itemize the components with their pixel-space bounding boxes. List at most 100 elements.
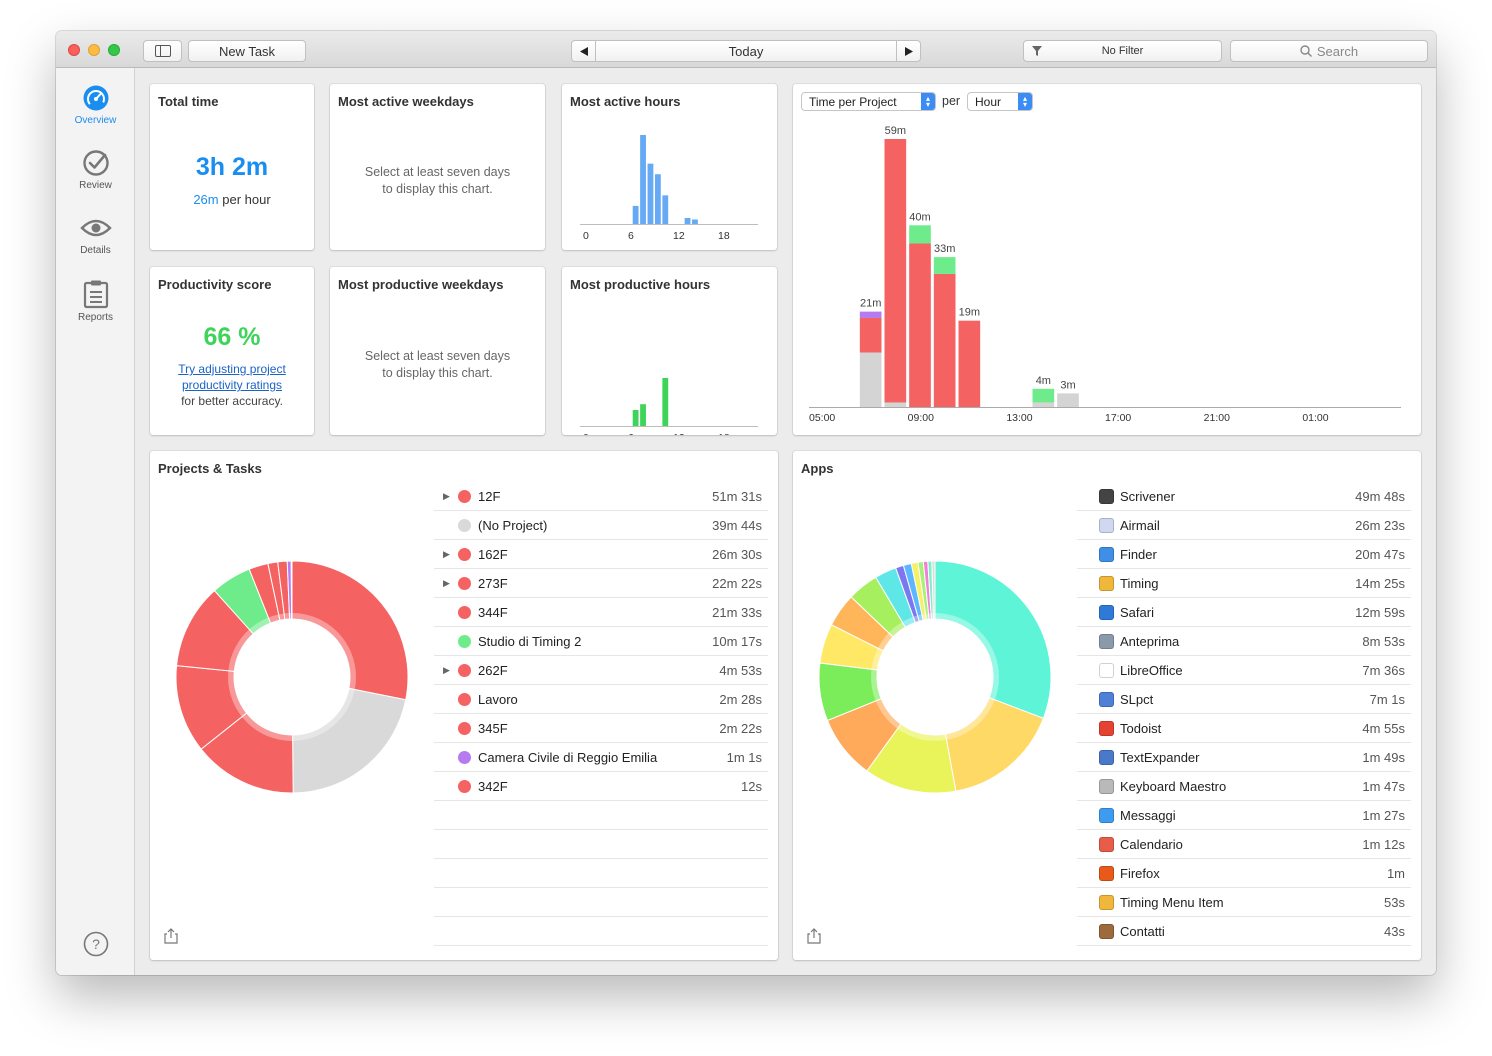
share-button[interactable] — [164, 928, 178, 949]
chevron-left-icon — [579, 46, 588, 56]
app-row[interactable]: Timing 14m 25s — [1077, 569, 1411, 598]
project-name: Camera Civile di Reggio Emilia — [478, 749, 658, 765]
close-window-button[interactable] — [68, 44, 80, 56]
sidebar-item-label: Details — [80, 245, 111, 256]
project-row[interactable]: ▶ 162F 26m 30s — [434, 540, 768, 569]
disclosure-triangle-icon[interactable]: ▶ — [443, 491, 450, 502]
tick-label: 13:00 — [1006, 412, 1032, 424]
project-time: 2m 22s — [719, 720, 762, 736]
app-row[interactable]: Finder 20m 47s — [1077, 540, 1411, 569]
app-row[interactable]: TextExpander 1m 49s — [1077, 743, 1411, 772]
project-name: Studio di Timing 2 — [478, 633, 582, 649]
app-row[interactable]: Contatti 43s — [1077, 917, 1411, 946]
share-icon — [807, 928, 821, 944]
message-line: to display this chart. — [382, 366, 493, 380]
project-row[interactable]: Camera Civile di Reggio Emilia 1m 1s — [434, 743, 768, 772]
adjust-ratings-link[interactable]: Try adjusting project — [150, 361, 314, 377]
apps-donut-chart — [818, 560, 1052, 794]
project-row[interactable]: ▶ 12F 51m 31s — [434, 482, 768, 511]
search-icon — [1300, 45, 1312, 57]
project-row[interactable]: ▶ 273F 22m 22s — [434, 569, 768, 598]
new-task-button[interactable]: New Task — [188, 40, 306, 62]
disclosure-triangle-icon[interactable]: ▶ — [443, 578, 450, 589]
app-name: Todoist — [1120, 720, 1162, 736]
stacked-bar-segment — [1057, 393, 1079, 407]
project-row[interactable]: Lavoro 2m 28s — [434, 685, 768, 714]
most-productive-weekdays-card: Most productive weekdays Select at least… — [330, 267, 545, 435]
empty-row — [434, 801, 768, 830]
app-name: Keyboard Maestro — [1120, 778, 1227, 794]
next-period-button[interactable] — [896, 41, 920, 61]
productivity-hint: Try adjusting project productivity ratin… — [150, 361, 314, 409]
preview-icon — [1099, 634, 1114, 649]
bar — [684, 217, 691, 224]
project-row[interactable]: Studio di Timing 2 10m 17s — [434, 627, 768, 656]
app-name: Calendario — [1120, 836, 1183, 852]
app-name: Timing Menu Item — [1120, 894, 1224, 910]
bar-total-label: 19m — [959, 307, 980, 319]
app-window: New Task Today No Filter Search Overview… — [56, 31, 1436, 975]
toggle-sidebar-button[interactable] — [143, 40, 182, 62]
project-row[interactable]: 344F 21m 33s — [434, 598, 768, 627]
app-row[interactable]: Messaggi 1m 27s — [1077, 801, 1411, 830]
most-productive-hours-chart: 0 6 12 18 — [580, 378, 758, 435]
app-row[interactable]: LibreOffice 7m 36s — [1077, 656, 1411, 685]
adjust-ratings-link[interactable]: productivity ratings — [150, 377, 314, 393]
app-row[interactable]: Todoist 4m 55s — [1077, 714, 1411, 743]
date-label[interactable]: Today — [729, 44, 764, 59]
project-color-dot — [458, 547, 471, 561]
filter-button[interactable]: No Filter — [1023, 40, 1222, 62]
app-row[interactable]: Timing Menu Item 53s — [1077, 888, 1411, 917]
sidebar-item-overview[interactable]: Overview — [56, 84, 135, 144]
app-row[interactable]: Calendario 1m 12s — [1077, 830, 1411, 859]
project-row[interactable]: 345F 2m 22s — [434, 714, 768, 743]
sidebar-item-details[interactable]: Details — [56, 214, 135, 274]
disclosure-triangle-icon[interactable]: ▶ — [443, 665, 450, 676]
stacked-bar-segment — [933, 257, 956, 274]
stacked-bar-segment — [884, 402, 907, 407]
help-button[interactable]: ? — [83, 931, 109, 962]
bar — [640, 135, 646, 224]
card-title: Most productive weekdays — [338, 277, 504, 292]
project-time: 1m 1s — [726, 749, 762, 765]
app-row[interactable]: SLpct 7m 1s — [1077, 685, 1411, 714]
bar — [632, 205, 639, 224]
tick-label: 21:00 — [1204, 412, 1230, 424]
sidebar-item-review[interactable]: Review — [56, 149, 135, 209]
stacked-bar-segment — [859, 311, 882, 318]
sidebar-item-reports[interactable]: Reports — [56, 279, 135, 339]
airmail-icon — [1099, 518, 1114, 533]
project-row[interactable]: 342F 12s — [434, 772, 768, 801]
sidebar-item-label: Review — [79, 180, 112, 191]
app-row[interactable]: Airmail 26m 23s — [1077, 511, 1411, 540]
previous-period-button[interactable] — [572, 41, 596, 61]
hint-suffix: for better accuracy. — [181, 394, 283, 408]
app-row[interactable]: Keyboard Maestro 1m 47s — [1077, 772, 1411, 801]
minimize-window-button[interactable] — [88, 44, 100, 56]
checkmark-circle-icon — [82, 150, 109, 176]
share-button[interactable] — [807, 928, 821, 949]
disclosure-triangle-icon[interactable]: ▶ — [443, 549, 450, 560]
app-name: SLpct — [1120, 691, 1154, 707]
stacked-bar-segment — [933, 273, 956, 407]
project-row[interactable]: (No Project) 39m 44s — [434, 511, 768, 540]
empty-row — [434, 888, 768, 917]
bar-total-label: 59m — [885, 125, 906, 137]
app-time: 12m 59s — [1355, 604, 1405, 620]
message-line: to display this chart. — [382, 182, 493, 196]
app-time: 1m 49s — [1362, 749, 1405, 765]
app-time: 14m 25s — [1355, 575, 1405, 591]
search-field[interactable]: Search — [1230, 40, 1428, 62]
most-productive-hours-card: Most productive hours 061218 — [562, 267, 777, 435]
app-row[interactable]: Firefox 1m — [1077, 859, 1411, 888]
app-time: 43s — [1384, 923, 1405, 939]
app-row[interactable]: Safari 12m 59s — [1077, 598, 1411, 627]
app-row[interactable]: Anteprima 8m 53s — [1077, 627, 1411, 656]
bar — [662, 195, 669, 224]
project-time: 4m 53s — [719, 662, 762, 678]
app-time: 7m 36s — [1362, 662, 1405, 678]
project-color-dot — [458, 692, 471, 706]
zoom-window-button[interactable] — [108, 44, 120, 56]
project-row[interactable]: ▶ 262F 4m 53s — [434, 656, 768, 685]
app-row[interactable]: Scrivener 49m 48s — [1077, 482, 1411, 511]
